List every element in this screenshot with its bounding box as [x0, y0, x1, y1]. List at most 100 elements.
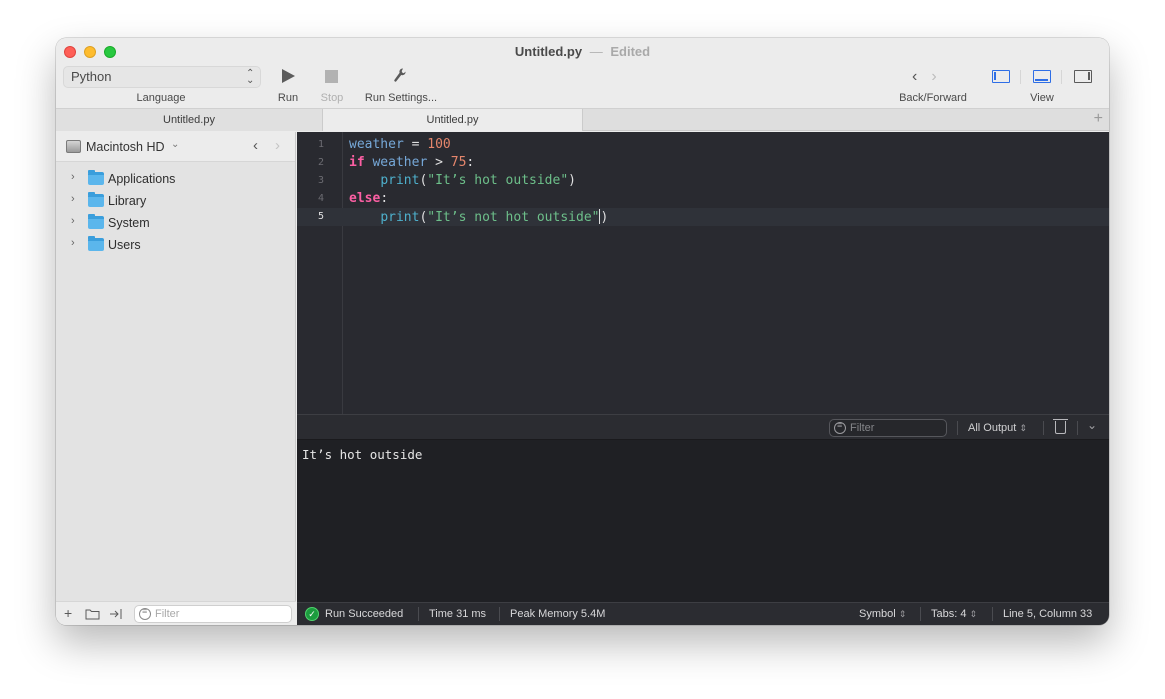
language-value: Python [71, 69, 112, 84]
hard-disk-icon [66, 140, 81, 153]
navigator-footer: + Filter [56, 601, 296, 625]
back-chevron-icon[interactable]: ‹ [253, 137, 258, 154]
filter-placeholder: Filter [850, 422, 875, 434]
output-mode-select[interactable]: All Output ⇕ [968, 422, 1027, 434]
toolbar-divider [1077, 421, 1078, 435]
line-number: 3 [317, 175, 324, 186]
tree-item-applications[interactable]: › Applications [56, 168, 295, 190]
tree-item-label: Applications [108, 172, 176, 186]
toggle-navigator-icon[interactable] [992, 70, 1010, 83]
status-divider [418, 607, 419, 621]
token-colon: : [380, 191, 389, 206]
forward-chevron-icon: › [931, 68, 937, 85]
run-settings-label[interactable]: Run Settings... [356, 92, 446, 104]
tab-untitled-2[interactable]: Untitled.py [323, 109, 583, 131]
code-line[interactable]: 3 print("It’s hot outside") [297, 172, 1109, 190]
tree-item-users[interactable]: › Users [56, 234, 295, 256]
file-navigator: Macintosh HD ⌄ ‹ › › Applications › Libr… [56, 132, 296, 625]
run-status: Run Succeeded [325, 608, 404, 620]
token-operator: = [403, 137, 428, 152]
updown-chevron-icon: ⌃ ⌄ [246, 68, 255, 86]
symbol-label: Symbol [859, 608, 896, 620]
view-label: View [1030, 92, 1054, 104]
tabs-selector[interactable]: Tabs: 4 ⇕ [931, 608, 977, 620]
window-title: Untitled.py — Edited [56, 44, 1109, 59]
status-divider [992, 607, 993, 621]
disclosure-chevron-icon[interactable]: › [71, 171, 75, 183]
symbol-selector[interactable]: Symbol ⇕ [859, 608, 906, 620]
chevron-down-icon[interactable]: ⌄ [171, 139, 179, 150]
code-line[interactable]: 1 weather = 100 [297, 136, 1109, 154]
language-label: Language [136, 92, 186, 104]
navigator-filter-input[interactable]: Filter [134, 605, 292, 623]
token-paren: ) [600, 210, 609, 225]
status-divider [920, 607, 921, 621]
tree-item-system[interactable]: › System [56, 212, 295, 234]
checkmark-circle-icon: ✓ [305, 607, 319, 621]
tab-untitled-1[interactable]: Untitled.py [56, 109, 323, 131]
toolbar-divider [1043, 421, 1044, 435]
run-play-icon[interactable] [282, 69, 295, 83]
back-forward-label: Back/Forward [899, 92, 967, 104]
run-button-label[interactable]: Run [270, 92, 306, 104]
folder-icon [88, 170, 104, 185]
disclosure-chevron-icon[interactable]: › [71, 215, 75, 227]
toolbar-divider [957, 421, 958, 435]
token-number: 100 [427, 137, 451, 152]
import-icon[interactable] [109, 608, 123, 620]
token-keyword: else [349, 191, 381, 206]
code-editor[interactable]: 1 weather = 100 2 if weather > 75: 3 pri… [297, 132, 1109, 414]
edited-status: Edited [610, 44, 651, 59]
file-tree: › Applications › Library › System › User… [56, 162, 295, 256]
status-divider [499, 607, 500, 621]
back-chevron-icon[interactable]: ‹ [912, 68, 917, 86]
run-time: Time 31 ms [429, 608, 487, 620]
updown-chevron-icon: ⇕ [898, 609, 907, 619]
tab-bar: Untitled.py Untitled.py + [56, 108, 1109, 131]
wrench-icon[interactable] [393, 67, 407, 83]
token-paren: ) [568, 173, 576, 188]
location-selector[interactable]: Macintosh HD [86, 140, 165, 154]
stop-button-label: Stop [320, 92, 344, 104]
line-number: 4 [317, 193, 324, 204]
token-variable: weather [364, 155, 428, 170]
line-number: 2 [317, 157, 324, 168]
language-select[interactable]: Python ⌃ ⌄ [63, 66, 261, 88]
code-line[interactable]: 4 else: [297, 190, 1109, 208]
tree-item-label: Users [108, 238, 141, 252]
console-filter-input[interactable]: Filter [829, 419, 947, 437]
collapse-chevron-icon[interactable]: ⌄ [1087, 418, 1097, 432]
tree-item-label: System [108, 216, 150, 230]
new-folder-icon[interactable] [85, 608, 100, 620]
disclosure-chevron-icon[interactable]: › [71, 193, 75, 205]
trash-icon[interactable] [1053, 419, 1068, 434]
token-colon: : [466, 155, 475, 170]
navigator-header: Macintosh HD ⌄ ‹ › [56, 132, 295, 162]
token-function: print [380, 173, 420, 188]
stop-square-icon [325, 70, 338, 83]
cursor-position[interactable]: Line 5, Column 33 [1003, 608, 1092, 620]
code-line[interactable]: 2 if weather > 75: [297, 154, 1109, 172]
tree-item-library[interactable]: › Library [56, 190, 295, 212]
folder-icon [88, 192, 104, 207]
token-variable: weather [349, 137, 404, 152]
toggle-inspector-icon[interactable] [1074, 70, 1092, 83]
output-mode-value: All Output [968, 422, 1017, 434]
line-number: 1 [317, 139, 324, 150]
token-operator: > [427, 155, 451, 170]
toggle-console-icon[interactable] [1033, 70, 1051, 83]
document-name: Untitled.py [514, 44, 583, 59]
updown-chevron-icon: ⇕ [1019, 423, 1027, 433]
folder-icon [88, 214, 104, 229]
code-line-current[interactable]: 5 print("It’s not hot outside") [297, 208, 1109, 226]
add-tab-icon[interactable]: + [1094, 111, 1103, 127]
add-icon[interactable]: + [64, 605, 72, 621]
console-output[interactable]: It’s hot outside [297, 440, 1109, 602]
updown-chevron-icon: ⇕ [969, 609, 978, 619]
token-string: "It’s not hot outside" [427, 210, 600, 225]
disclosure-chevron-icon[interactable]: › [71, 237, 75, 249]
line-number: 5 [317, 211, 324, 222]
console-output-text: It’s hot outside [302, 447, 423, 462]
